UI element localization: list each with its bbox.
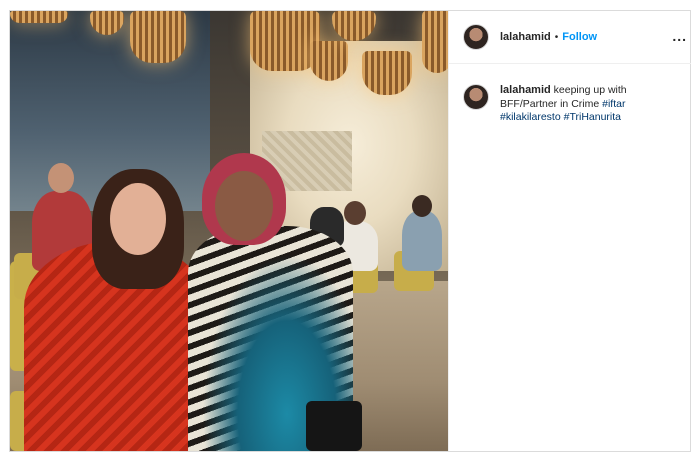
background-diner-head bbox=[344, 201, 366, 225]
background-diner bbox=[402, 211, 442, 271]
post-side-panel: lalahamid • Follow ... lalahamid keeping… bbox=[448, 11, 691, 451]
pendant-lamp bbox=[310, 41, 348, 81]
woman-left-face bbox=[110, 183, 166, 255]
handbag bbox=[306, 401, 362, 451]
caption-avatar[interactable] bbox=[463, 84, 489, 110]
header-username[interactable]: lalahamid bbox=[500, 31, 551, 43]
pendant-lamp bbox=[130, 11, 186, 63]
caption-comment: lalahamid keeping up with BFF/Partner in… bbox=[463, 84, 683, 125]
background-diner-head bbox=[412, 195, 432, 217]
post-header: lalahamid • Follow ... bbox=[449, 11, 691, 64]
follow-button[interactable]: Follow bbox=[562, 31, 597, 43]
pendant-lamp bbox=[332, 11, 376, 41]
hashtag-link[interactable]: #TriHanurita bbox=[564, 111, 621, 123]
caption-username[interactable]: lalahamid bbox=[500, 84, 551, 96]
more-options-icon[interactable]: ... bbox=[672, 29, 687, 43]
woman-right-face bbox=[215, 171, 273, 241]
pendant-lamp bbox=[422, 11, 448, 73]
instagram-post: lalahamid • Follow ... lalahamid keeping… bbox=[9, 10, 691, 452]
header-separator: • bbox=[554, 31, 559, 43]
hashtag-link[interactable]: #iftar bbox=[602, 98, 625, 110]
caption-text: lalahamid keeping up with BFF/Partner in… bbox=[500, 84, 670, 125]
pendant-lamp bbox=[10, 11, 68, 23]
profile-avatar[interactable] bbox=[463, 24, 489, 50]
pendant-lamp bbox=[362, 51, 412, 95]
hashtag-link[interactable]: #kilakilaresto bbox=[500, 111, 561, 123]
post-photo bbox=[10, 11, 448, 451]
background-diner-head bbox=[48, 163, 74, 193]
